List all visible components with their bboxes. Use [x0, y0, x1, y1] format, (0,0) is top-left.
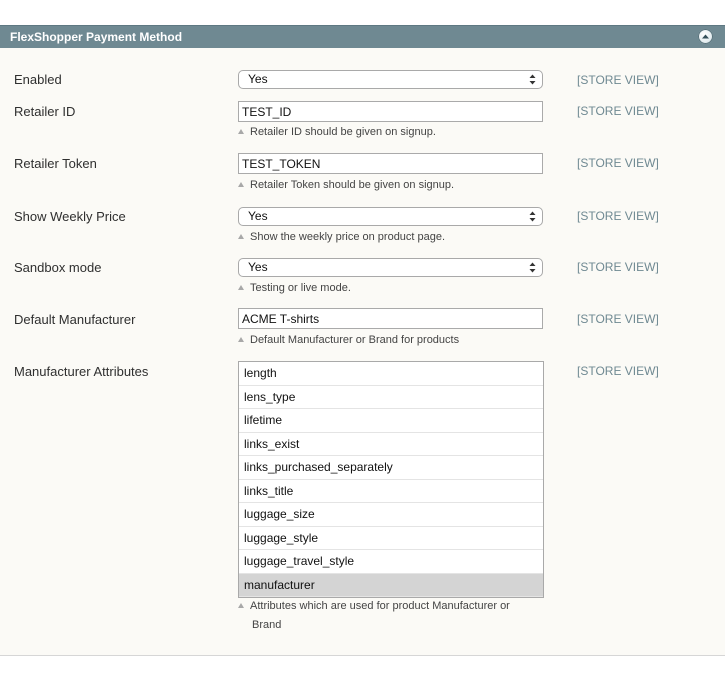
show-weekly-price-select[interactable]: Yes: [238, 207, 543, 226]
section-title: FlexShopper Payment Method: [10, 30, 183, 44]
sandbox-mode-select-value: Yes: [248, 260, 268, 274]
multiselect-option[interactable]: length: [239, 362, 543, 386]
multiselect-option[interactable]: luggage_size: [239, 503, 543, 527]
sandbox-mode-scope: [STORE VIEW]: [577, 260, 659, 274]
multiselect-option-selected[interactable]: manufacturer: [239, 573, 543, 597]
select-arrows-icon: [529, 211, 536, 222]
enabled-scope: [STORE VIEW]: [577, 73, 659, 87]
multiselect-option[interactable]: links_title: [239, 480, 543, 503]
note-triangle-icon: [238, 234, 244, 239]
note-triangle-icon: [238, 182, 244, 187]
select-arrows-icon: [529, 74, 536, 85]
multiselect-option[interactable]: luggage_style: [239, 527, 543, 550]
chevron-up-circle-icon[interactable]: [698, 29, 713, 44]
manufacturer-attributes-scope: [STORE VIEW]: [577, 364, 659, 378]
note-triangle-icon: [238, 129, 244, 134]
default-manufacturer-scope: [STORE VIEW]: [577, 312, 659, 326]
retailer-id-note-text: Retailer ID should be given on signup.: [250, 126, 436, 138]
retailer-token-input[interactable]: [238, 153, 543, 174]
multiselect-option[interactable]: links_exist: [239, 433, 543, 456]
multiselect-option[interactable]: lens_type: [239, 386, 543, 409]
enabled-label: Enabled: [14, 72, 62, 87]
retailer-token-label: Retailer Token: [14, 156, 97, 171]
manufacturer-attributes-multiselect[interactable]: length lens_type lifetime links_exist li…: [238, 361, 544, 598]
sandbox-mode-note: Testing or live mode.: [238, 279, 548, 298]
sandbox-mode-select[interactable]: Yes: [238, 258, 543, 277]
note-triangle-icon: [238, 285, 244, 290]
multiselect-option[interactable]: links_purchased_separately: [239, 456, 543, 480]
show-weekly-price-select-value: Yes: [248, 209, 268, 223]
default-manufacturer-input[interactable]: [238, 308, 543, 329]
retailer-id-label: Retailer ID: [14, 104, 76, 119]
show-weekly-price-note: Show the weekly price on product page.: [238, 228, 548, 247]
default-manufacturer-note-text: Default Manufacturer or Brand for produc…: [250, 334, 460, 346]
show-weekly-price-note-text: Show the weekly price on product page.: [250, 231, 446, 243]
default-manufacturer-note: Default Manufacturer or Brand for produc…: [238, 331, 548, 350]
multiselect-option[interactable]: luggage_travel_style: [239, 550, 543, 574]
section-header[interactable]: FlexShopper Payment Method: [0, 25, 725, 48]
retailer-token-note-text: Retailer Token should be given on signup…: [250, 179, 455, 191]
manufacturer-attributes-note-line2: Brand: [252, 619, 282, 631]
sandbox-mode-note-text: Testing or live mode.: [250, 282, 351, 294]
show-weekly-price-scope: [STORE VIEW]: [577, 209, 659, 223]
default-manufacturer-label: Default Manufacturer: [14, 312, 136, 327]
retailer-token-scope: [STORE VIEW]: [577, 156, 659, 170]
retailer-token-note: Retailer Token should be given on signup…: [238, 176, 548, 195]
enabled-select[interactable]: Yes: [238, 70, 543, 89]
show-weekly-price-label: Show Weekly Price: [14, 209, 126, 224]
retailer-id-input[interactable]: [238, 101, 543, 122]
note-triangle-icon: [238, 603, 244, 608]
manufacturer-attributes-note-line1: Attributes which are used for product Ma…: [250, 600, 510, 612]
manufacturer-attributes-note: Attributes which are used for product Ma…: [238, 597, 548, 635]
note-triangle-icon: [238, 337, 244, 342]
multiselect-option[interactable]: lifetime: [239, 409, 543, 433]
sandbox-mode-label: Sandbox mode: [14, 260, 102, 275]
select-arrows-icon: [529, 262, 536, 273]
retailer-id-note: Retailer ID should be given on signup.: [238, 123, 548, 142]
manufacturer-attributes-label: Manufacturer Attributes: [14, 364, 149, 379]
retailer-id-scope: [STORE VIEW]: [577, 104, 659, 118]
enabled-select-value: Yes: [248, 72, 268, 86]
